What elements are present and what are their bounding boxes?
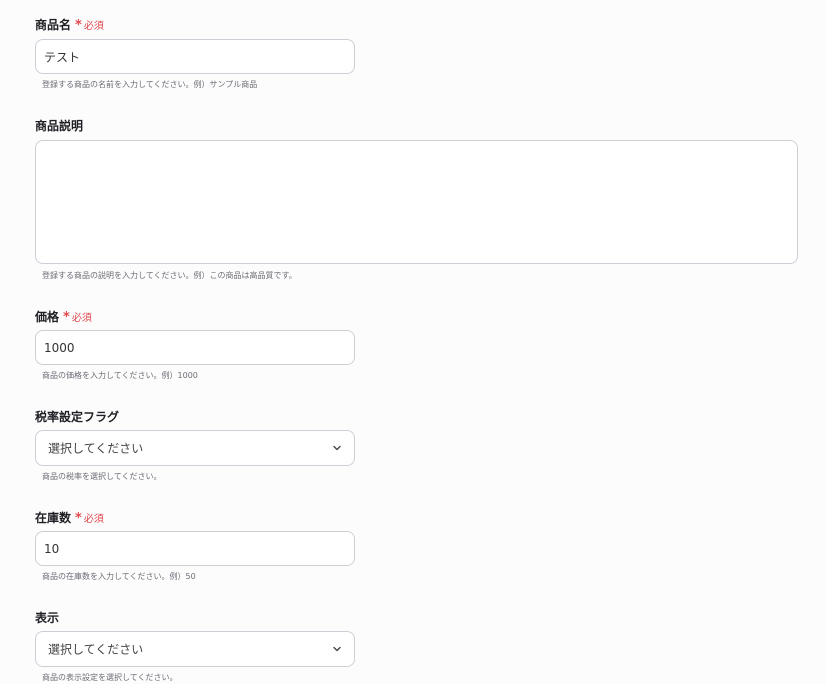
product-name-value: テスト xyxy=(44,50,81,64)
required-badge: 必須 xyxy=(71,313,92,324)
price-value: 1000 xyxy=(44,340,75,355)
tax-rate-flag-select[interactable]: 選択してください xyxy=(35,430,355,466)
tax-rate-flag-label-row: 税率設定フラグ xyxy=(35,408,119,425)
product-name-label-row: 商品名 * 必須 xyxy=(35,16,104,33)
product-description-label: 商品説明 xyxy=(35,119,84,133)
stock-value: 10 xyxy=(44,541,60,556)
required-asterisk: * xyxy=(63,310,70,325)
display-label-row: 表示 xyxy=(35,609,59,626)
stock-label-row: 在庫数 * 必須 xyxy=(35,509,104,526)
tax-rate-flag-help: 商品の税率を選択してください。 xyxy=(42,472,162,481)
tax-rate-flag-selected: 選択してください xyxy=(48,441,144,456)
product-description-label-row: 商品説明 xyxy=(35,117,83,134)
product-name-input[interactable]: テスト xyxy=(35,39,355,74)
price-input[interactable]: 1000 xyxy=(35,330,355,365)
stock-help: 商品の在庫数を入力してください。例）50 xyxy=(42,572,196,581)
required-asterisk: * xyxy=(75,511,82,526)
display-help: 商品の表示設定を選択してください。 xyxy=(42,673,178,682)
stock-input[interactable]: 10 xyxy=(35,531,355,566)
product-name-help: 登録する商品の名前を入力してください。例）サンプル商品 xyxy=(42,80,258,89)
price-label: 価格 xyxy=(35,310,60,324)
display-label: 表示 xyxy=(35,611,60,625)
product-description-textarea[interactable] xyxy=(35,140,798,264)
price-label-row: 価格 * 必須 xyxy=(35,308,92,325)
required-badge: 必須 xyxy=(83,21,104,32)
chevron-down-icon xyxy=(333,646,341,652)
price-help: 商品の価格を入力してください。例）1000 xyxy=(42,371,198,380)
display-select[interactable]: 選択してください xyxy=(35,631,355,667)
stock-label: 在庫数 xyxy=(35,511,72,525)
required-asterisk: * xyxy=(75,18,82,33)
required-badge: 必須 xyxy=(83,514,104,525)
product-name-label: 商品名 xyxy=(35,18,72,32)
tax-rate-flag-label: 税率設定フラグ xyxy=(35,410,120,424)
display-selected: 選択してください xyxy=(48,642,144,657)
chevron-down-icon xyxy=(333,445,341,451)
product-description-help: 登録する商品の説明を入力してください。例）この商品は高品質です。 xyxy=(42,271,297,280)
